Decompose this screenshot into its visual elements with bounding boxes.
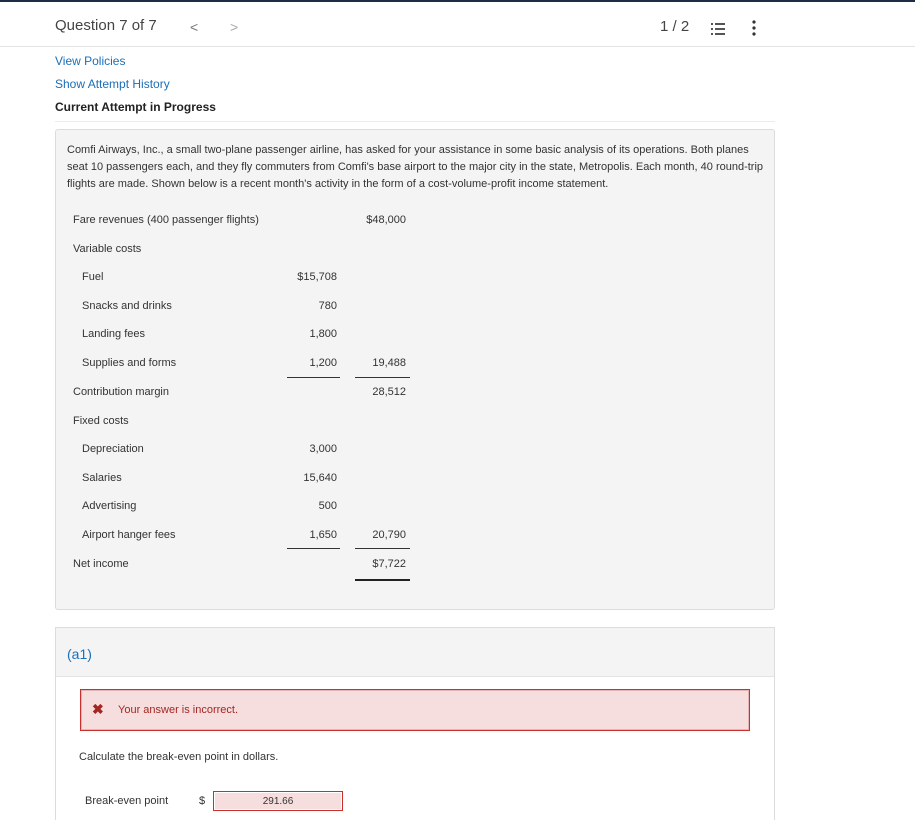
fuel-label: Fuel: [82, 271, 104, 283]
depreciation-label: Depreciation: [82, 443, 144, 455]
x-mark-icon: ✖: [92, 701, 104, 717]
current-attempt-label: Current Attempt in Progress: [55, 100, 216, 114]
question-header: Question 7 of 7 < > 1 / 2: [0, 2, 915, 47]
next-question-button[interactable]: >: [230, 19, 238, 35]
snacks-value: 780: [318, 300, 337, 312]
income-statement: Fare revenues (400 passenger flights) $4…: [56, 130, 774, 609]
hanger-fees-label: Airport hanger fees: [82, 529, 176, 541]
fuel-value: $15,708: [297, 271, 337, 283]
break-even-label: Break-even point: [85, 795, 169, 807]
advertising-value: 500: [318, 500, 337, 512]
subtotal-line: [287, 548, 340, 549]
contribution-margin-label: Contribution margin: [73, 386, 169, 398]
salaries-value: 15,640: [303, 472, 337, 484]
landing-fees-label: Landing fees: [82, 328, 145, 340]
depreciation-value: 3,000: [309, 443, 337, 455]
alert-message: Your answer is incorrect.: [118, 704, 239, 716]
variable-costs-total: 19,488: [372, 357, 406, 369]
more-vertical-icon[interactable]: [752, 20, 756, 41]
net-income-label: Net income: [73, 558, 129, 570]
supplies-label: Supplies and forms: [82, 357, 177, 369]
supplies-value: 1,200: [309, 357, 337, 369]
variable-costs-label: Variable costs: [73, 243, 142, 255]
subtotal-line: [287, 377, 340, 378]
subtotal-line: [355, 548, 410, 549]
attempt-links: View Policies Show Attempt History Curre…: [55, 54, 216, 115]
advertising-label: Advertising: [82, 500, 137, 512]
hanger-fees-value: 1,650: [309, 529, 337, 541]
landing-fees-value: 1,800: [309, 328, 337, 340]
net-income-value: $7,722: [372, 558, 406, 570]
part-label: (a1): [67, 646, 92, 662]
divider: [55, 121, 775, 122]
fixed-costs-label: Fixed costs: [73, 415, 129, 427]
question-counter: Question 7 of 7: [55, 17, 157, 34]
break-even-input[interactable]: [213, 791, 343, 811]
salaries-label: Salaries: [82, 472, 122, 484]
currency-symbol: $: [199, 795, 206, 807]
snacks-label: Snacks and drinks: [82, 300, 172, 312]
part-header: (a1): [56, 628, 774, 677]
fare-revenues-label: Fare revenues (400 passenger flights): [73, 214, 259, 226]
incorrect-answer-alert: ✖ Your answer is incorrect.: [80, 689, 750, 731]
show-attempt-history-link[interactable]: Show Attempt History: [55, 77, 216, 100]
previous-question-button[interactable]: <: [190, 19, 198, 35]
problem-panel: Comfi Airways, Inc., a small two-plane p…: [55, 129, 775, 610]
subtotal-line: [355, 377, 410, 378]
question-instruction: Calculate the break-even point in dollar…: [79, 751, 279, 763]
fare-revenues-value: $48,000: [366, 214, 406, 226]
view-policies-link[interactable]: View Policies: [55, 54, 216, 77]
page-indicator: 1 / 2: [660, 18, 690, 35]
contribution-margin-value: 28,512: [372, 386, 406, 398]
question-part-a1: (a1) ✖ Your answer is incorrect. Calcula…: [55, 627, 775, 820]
list-icon[interactable]: [711, 22, 725, 40]
total-double-line: [355, 579, 410, 581]
fixed-costs-total: 20,790: [372, 529, 406, 541]
